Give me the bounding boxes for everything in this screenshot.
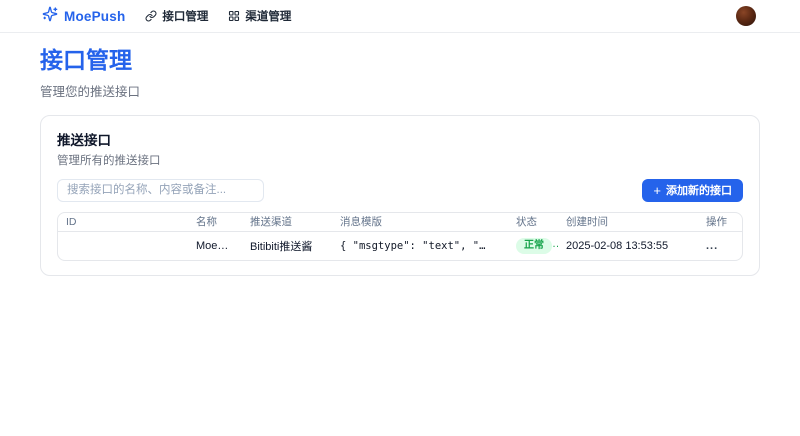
column-header-channel: 推送渠道	[242, 213, 332, 232]
cell-id	[58, 232, 188, 260]
column-header-actions: 操作	[698, 213, 743, 232]
add-endpoint-button[interactable]: + 添加新的接口	[642, 179, 743, 202]
cell-template: { "msgtype": "text", "…	[332, 232, 508, 260]
column-header-template: 消息模版	[332, 213, 508, 232]
cell-name: MoeMail	[188, 232, 242, 260]
nav-item-label: 接口管理	[162, 8, 208, 24]
user-avatar[interactable]	[736, 6, 756, 26]
card-title: 推送接口	[57, 129, 743, 149]
table-row: MoeMail Bitibiti推送酱 { "msgtype": "text",…	[58, 232, 743, 260]
nav-item-channels[interactable]: 渠道管理	[226, 4, 293, 28]
sparkles-icon	[42, 6, 58, 27]
nav-item-label: 渠道管理	[245, 8, 291, 24]
cell-actions: ...	[698, 232, 743, 260]
grid-icon	[228, 10, 240, 22]
cell-channel: Bitibiti推送酱	[242, 232, 332, 260]
column-header-name: 名称	[188, 213, 242, 232]
column-header-status: 状态	[508, 213, 558, 232]
card-subtitle: 管理所有的推送接口	[57, 152, 743, 168]
add-endpoint-button-label: 添加新的接口	[666, 182, 732, 198]
brand-name: MoePush	[64, 9, 125, 24]
page-subtitle: 管理您的推送接口	[40, 81, 760, 100]
top-navbar: MoePush 接口管理 渠道管理	[0, 0, 800, 33]
endpoints-table: ID 名称 推送渠道 消息模版 状态 创建时间 操作 MoeMail Bitib…	[57, 212, 743, 261]
column-header-id: ID	[58, 213, 188, 232]
table-header-row: ID 名称 推送渠道 消息模版 状态 创建时间 操作	[58, 213, 743, 232]
link-icon	[145, 10, 157, 22]
plus-icon: +	[653, 184, 661, 197]
page-title: 接口管理	[40, 47, 760, 75]
column-header-created: 创建时间	[558, 213, 698, 232]
search-input[interactable]	[57, 179, 264, 202]
row-more-button[interactable]: ...	[706, 240, 718, 252]
cell-status: 正常	[508, 232, 558, 260]
status-badge: 正常	[516, 238, 552, 254]
main-nav: 接口管理 渠道管理	[143, 4, 293, 28]
main-content: 接口管理 管理您的推送接口 推送接口 管理所有的推送接口 + 添加新的接口 ID	[0, 33, 800, 276]
brand-logo[interactable]: MoePush	[42, 6, 125, 27]
endpoints-card: 推送接口 管理所有的推送接口 + 添加新的接口 ID 名称 推送渠道	[40, 115, 760, 276]
card-toolbar: + 添加新的接口	[57, 179, 743, 202]
cell-created-at: 2025-02-08 13:53:55	[558, 232, 698, 260]
nav-item-interfaces[interactable]: 接口管理	[143, 4, 210, 28]
